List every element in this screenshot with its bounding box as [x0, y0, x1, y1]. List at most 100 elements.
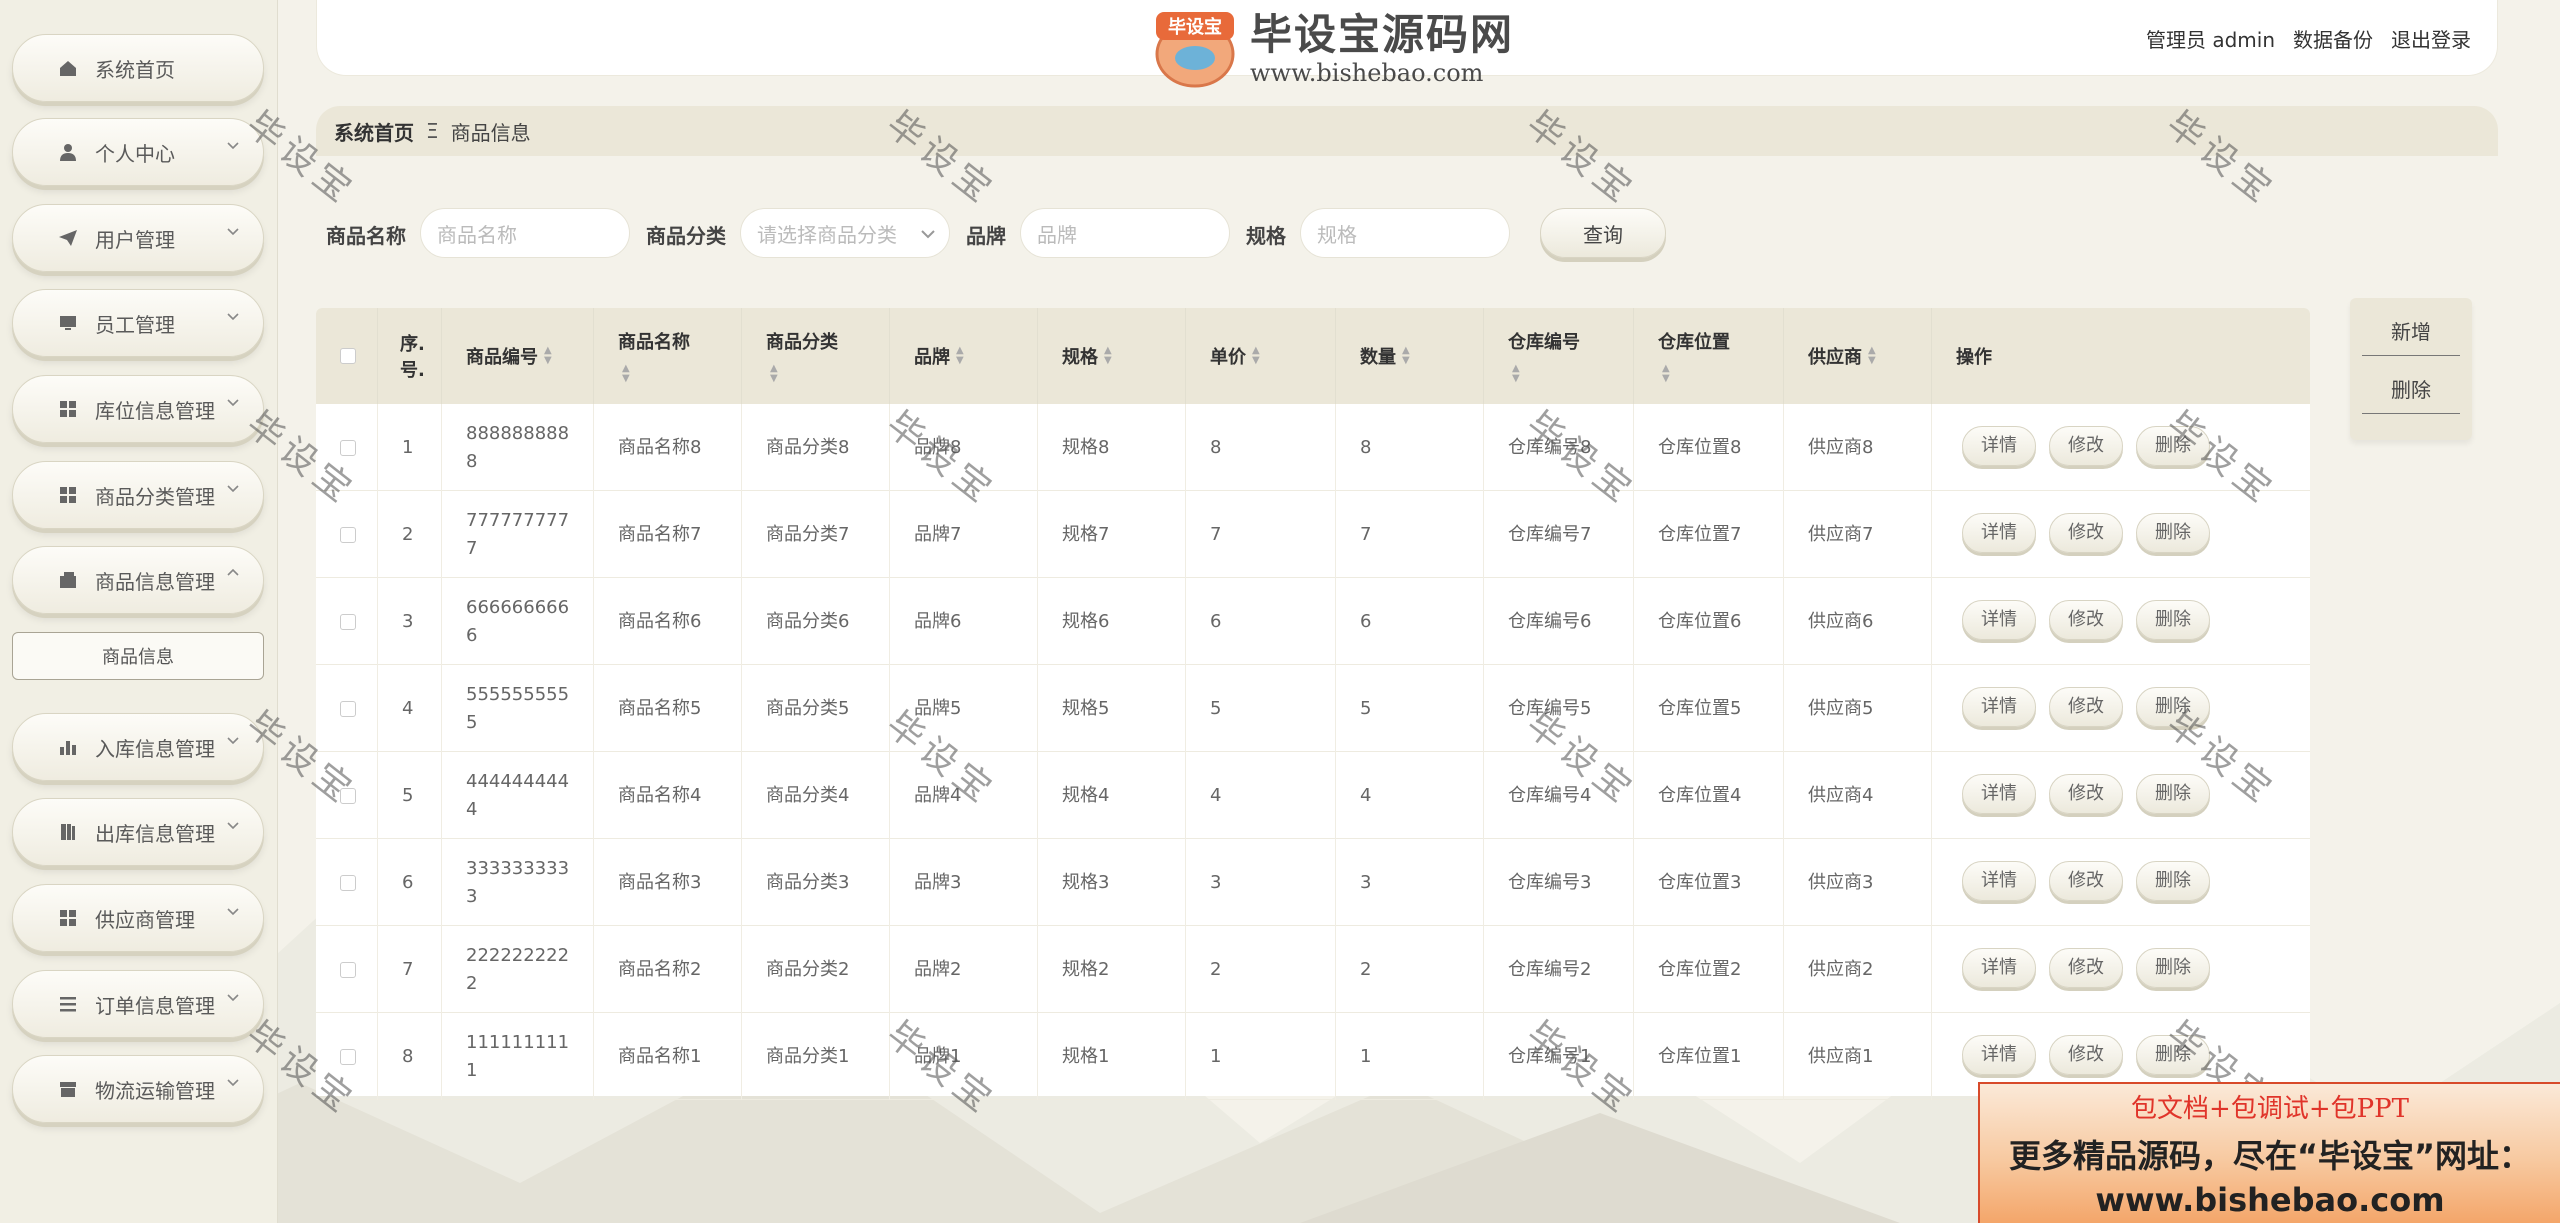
cell-select: [316, 578, 378, 665]
logout-link[interactable]: 退出登录: [2391, 24, 2471, 53]
cell-spec: 规格8: [1038, 404, 1186, 491]
header-col-5[interactable]: 品牌 ▲ ▼: [890, 308, 1038, 404]
edit-button[interactable]: 修改: [2049, 774, 2123, 814]
header-col-4[interactable]: 商品分类 ▲ ▼: [742, 308, 890, 404]
row-checkbox[interactable]: [340, 613, 356, 630]
detail-button[interactable]: 详情: [1962, 1035, 2036, 1075]
delete-button[interactable]: 删除: [2136, 513, 2210, 553]
submenu-item-goods-info[interactable]: 商品信息: [12, 632, 264, 680]
sidebar-item-2[interactable]: 个人中心: [12, 118, 264, 186]
sort-icon[interactable]: ▲ ▼: [1868, 346, 1876, 366]
brand-input[interactable]: 品牌: [1020, 208, 1230, 258]
admin-label: 管理员 admin: [2145, 28, 2275, 52]
edit-button[interactable]: 修改: [2049, 1035, 2123, 1075]
select-all-checkbox[interactable]: [340, 348, 356, 364]
detail-button[interactable]: 详情: [1962, 687, 2036, 727]
detail-button[interactable]: 详情: [1962, 861, 2036, 901]
sidebar-item-1[interactable]: 系统首页: [12, 34, 264, 102]
sidebar-item-11[interactable]: 订单信息管理: [12, 970, 264, 1038]
sort-icon[interactable]: ▲ ▼: [544, 346, 552, 366]
cell-code: 888888888 8: [442, 404, 594, 491]
batch-delete-button[interactable]: 删除: [2362, 364, 2460, 414]
row-checkbox[interactable]: [340, 1048, 356, 1065]
sidebar-item-label: 入库信息管理: [95, 736, 215, 761]
header-col-10[interactable]: 仓库位置 ▲ ▼: [1634, 308, 1784, 404]
sort-icon[interactable]: ▲ ▼: [1662, 364, 1670, 384]
delete-button[interactable]: 删除: [2136, 948, 2210, 988]
sidebar-item-8[interactable]: 入库信息管理: [12, 713, 264, 781]
row-checkbox[interactable]: [340, 874, 356, 891]
cell-warehouse-loc: 仓库位置1: [1634, 1013, 1784, 1100]
sort-icon[interactable]: ▲ ▼: [770, 364, 778, 384]
sort-icon[interactable]: ▲ ▼: [1104, 346, 1112, 366]
sidebar-item-label: 供应商管理: [95, 907, 195, 932]
book-icon: [55, 821, 81, 843]
header-label: 操作: [1956, 347, 1992, 368]
table-header: 序. 号. 商品编号 ▲ ▼ 商品名称 ▲ ▼ 商品分类 ▲ ▼ 品牌 ▲ ▼ 规格 ▲ ▼ 单价 ▲ ▼ 数量 ▲ ▼ 仓库…: [316, 308, 2310, 404]
sidebar-item-6[interactable]: 商品分类管理: [12, 461, 264, 529]
header-col-2[interactable]: 商品编号 ▲ ▼: [442, 308, 594, 404]
detail-button[interactable]: 详情: [1962, 948, 2036, 988]
delete-button[interactable]: 删除: [2136, 1035, 2210, 1075]
row-checkbox[interactable]: [340, 700, 356, 717]
sidebar-item-3[interactable]: 用户管理: [12, 204, 264, 272]
delete-button[interactable]: 删除: [2136, 426, 2210, 466]
cell-name: 商品名称2: [594, 926, 742, 1013]
detail-button[interactable]: 详情: [1962, 600, 2036, 640]
edit-button[interactable]: 修改: [2049, 513, 2123, 553]
edit-button[interactable]: 修改: [2049, 600, 2123, 640]
sort-icon[interactable]: ▲ ▼: [1252, 346, 1260, 366]
sort-icon[interactable]: ▲ ▼: [1512, 364, 1520, 384]
cell-index: 3: [378, 578, 442, 665]
edit-button[interactable]: 修改: [2049, 861, 2123, 901]
spec-input[interactable]: 规格: [1300, 208, 1510, 258]
detail-button[interactable]: 详情: [1962, 426, 2036, 466]
sort-icon[interactable]: ▲ ▼: [1402, 346, 1410, 366]
cell-category: 商品分类8: [742, 404, 890, 491]
row-checkbox[interactable]: [340, 526, 356, 543]
row-checkbox[interactable]: [340, 961, 356, 978]
category-select[interactable]: 请选择商品分类: [740, 208, 950, 258]
cell-price: 7: [1186, 491, 1336, 578]
backup-link[interactable]: 数据备份: [2293, 24, 2373, 53]
name-input[interactable]: 商品名称: [420, 208, 630, 258]
detail-button[interactable]: 详情: [1962, 774, 2036, 814]
edit-button[interactable]: 修改: [2049, 426, 2123, 466]
header-col-11[interactable]: 供应商 ▲ ▼: [1784, 308, 1932, 404]
cell-operations: 详情 修改 删除: [1932, 839, 2310, 926]
header-col-3[interactable]: 商品名称 ▲ ▼: [594, 308, 742, 404]
sort-icon[interactable]: ▲ ▼: [622, 364, 630, 384]
cell-supplier: 供应商1: [1784, 1013, 1932, 1100]
breadcrumb-home[interactable]: 系统首页: [334, 117, 414, 146]
edit-button[interactable]: 修改: [2049, 687, 2123, 727]
delete-button[interactable]: 删除: [2136, 861, 2210, 901]
row-checkbox[interactable]: [340, 439, 356, 456]
sidebar-item-4[interactable]: 员工管理: [12, 289, 264, 357]
sidebar-item-9[interactable]: 出库信息管理: [12, 798, 264, 866]
detail-button[interactable]: 详情: [1962, 513, 2036, 553]
delete-button[interactable]: 删除: [2136, 687, 2210, 727]
sidebar-item-5[interactable]: 库位信息管理: [12, 375, 264, 443]
cell-brand: 品牌4: [890, 752, 1038, 839]
cell-warehouse-no: 仓库编号7: [1484, 491, 1634, 578]
edit-button[interactable]: 修改: [2049, 948, 2123, 988]
delete-button[interactable]: 删除: [2136, 600, 2210, 640]
header-col-7[interactable]: 单价 ▲ ▼: [1186, 308, 1336, 404]
query-button[interactable]: 查询: [1540, 208, 1666, 258]
cell-warehouse-no: 仓库编号6: [1484, 578, 1634, 665]
sidebar-item-7[interactable]: 商品信息管理: [12, 546, 264, 614]
sidebar-item-10[interactable]: 供应商管理: [12, 884, 264, 952]
delete-button[interactable]: 删除: [2136, 774, 2210, 814]
cell-spec: 规格3: [1038, 839, 1186, 926]
add-button[interactable]: 新增: [2362, 306, 2460, 356]
sidebar-item-12[interactable]: 物流运输管理: [12, 1055, 264, 1123]
header-col-8[interactable]: 数量 ▲ ▼: [1336, 308, 1484, 404]
sidebar-item-label: 商品信息管理: [95, 569, 215, 594]
sidebar-item-label: 员工管理: [95, 312, 175, 337]
header-col-6[interactable]: 规格 ▲ ▼: [1038, 308, 1186, 404]
cell-quantity: 5: [1336, 665, 1484, 752]
header-col-9[interactable]: 仓库编号 ▲ ▼: [1484, 308, 1634, 404]
cell-category: 商品分类1: [742, 1013, 890, 1100]
row-checkbox[interactable]: [340, 787, 356, 804]
sort-icon[interactable]: ▲ ▼: [956, 346, 964, 366]
